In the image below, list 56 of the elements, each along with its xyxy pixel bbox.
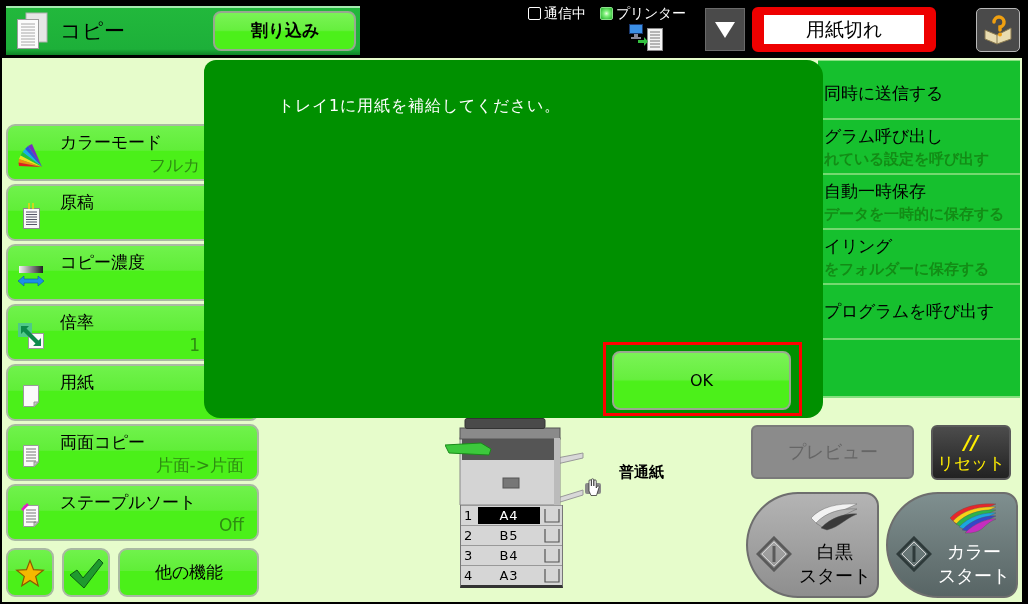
- paper-tray[interactable]: 3 B4: [461, 545, 562, 565]
- setting-label: ステープルソート: [60, 492, 197, 513]
- star-button[interactable]: [6, 548, 54, 597]
- tray-number: 4: [463, 568, 474, 583]
- start-button[interactable]: カラー スタート: [886, 492, 1018, 598]
- paper-type-label: 普通紙: [619, 463, 664, 482]
- setting-label: 両面コピー: [60, 432, 146, 453]
- document-stack-icon: [16, 11, 48, 50]
- setting-label: 倍率: [60, 312, 95, 333]
- star-icon: [15, 558, 45, 587]
- setting-button[interactable]: 両面コピー 片面->片面: [6, 424, 259, 481]
- color-fan-icon: [17, 141, 45, 170]
- status-label: 通信中: [544, 5, 586, 21]
- ok-button[interactable]: OK: [612, 351, 791, 410]
- tray-number: 1: [463, 508, 474, 523]
- diagonal-arrow-icon: [17, 321, 45, 350]
- tray-level-icon: [544, 548, 560, 563]
- setting-value: フルカ: [148, 155, 200, 175]
- reset-button[interactable]: // リセット: [931, 425, 1011, 480]
- dialog-message: トレイ1に用紙を補給してください。: [278, 96, 562, 117]
- checkmark-button[interactable]: [62, 548, 110, 597]
- paper-tray[interactable]: 1 A4: [461, 505, 562, 525]
- interrupt-button[interactable]: 割り込み: [213, 10, 356, 51]
- paper-tray[interactable]: 2 B5: [461, 525, 562, 545]
- paper-size: A3: [498, 567, 520, 584]
- setting-value: 片面->片面: [154, 455, 244, 475]
- start-button[interactable]: 白黒 スタート: [746, 492, 879, 598]
- computer-printer-icon: [629, 24, 663, 51]
- alert-message: 用紙切れ: [752, 7, 936, 52]
- checkmark-icon: [68, 556, 104, 589]
- book-question-icon: [983, 15, 1013, 45]
- help-button[interactable]: [976, 8, 1020, 52]
- setting-label: 原稿: [60, 192, 95, 213]
- start-diamond-icon: [756, 536, 792, 572]
- paper-tray[interactable]: 4 A3: [461, 565, 562, 585]
- setting-button[interactable]: ステープルソート Off: [6, 484, 259, 541]
- tray-level-icon: [544, 508, 560, 523]
- paper-size: A4: [478, 507, 540, 524]
- tray-level-icon: [544, 568, 560, 583]
- dropdown-button[interactable]: [705, 8, 745, 51]
- paper-size: B5: [498, 527, 520, 544]
- setting-label: カラーモード: [60, 132, 163, 153]
- setting-value: Off: [217, 515, 244, 535]
- setting-value: 1: [188, 335, 200, 355]
- more-functions-button[interactable]: 他の機能: [118, 548, 259, 597]
- paper-size: B4: [498, 547, 520, 564]
- tray-number: 2: [463, 528, 474, 543]
- setting-label: 用紙: [60, 372, 95, 393]
- start-diamond-icon: [896, 536, 932, 572]
- caret-icon: [715, 21, 735, 38]
- tray-number: 3: [463, 548, 474, 563]
- status-label: プリンター: [616, 5, 686, 21]
- setting-label: コピー濃度: [60, 252, 146, 273]
- hand-icon: [585, 478, 601, 496]
- tray-level-icon: [544, 528, 560, 543]
- screen-title: コピー: [60, 17, 125, 45]
